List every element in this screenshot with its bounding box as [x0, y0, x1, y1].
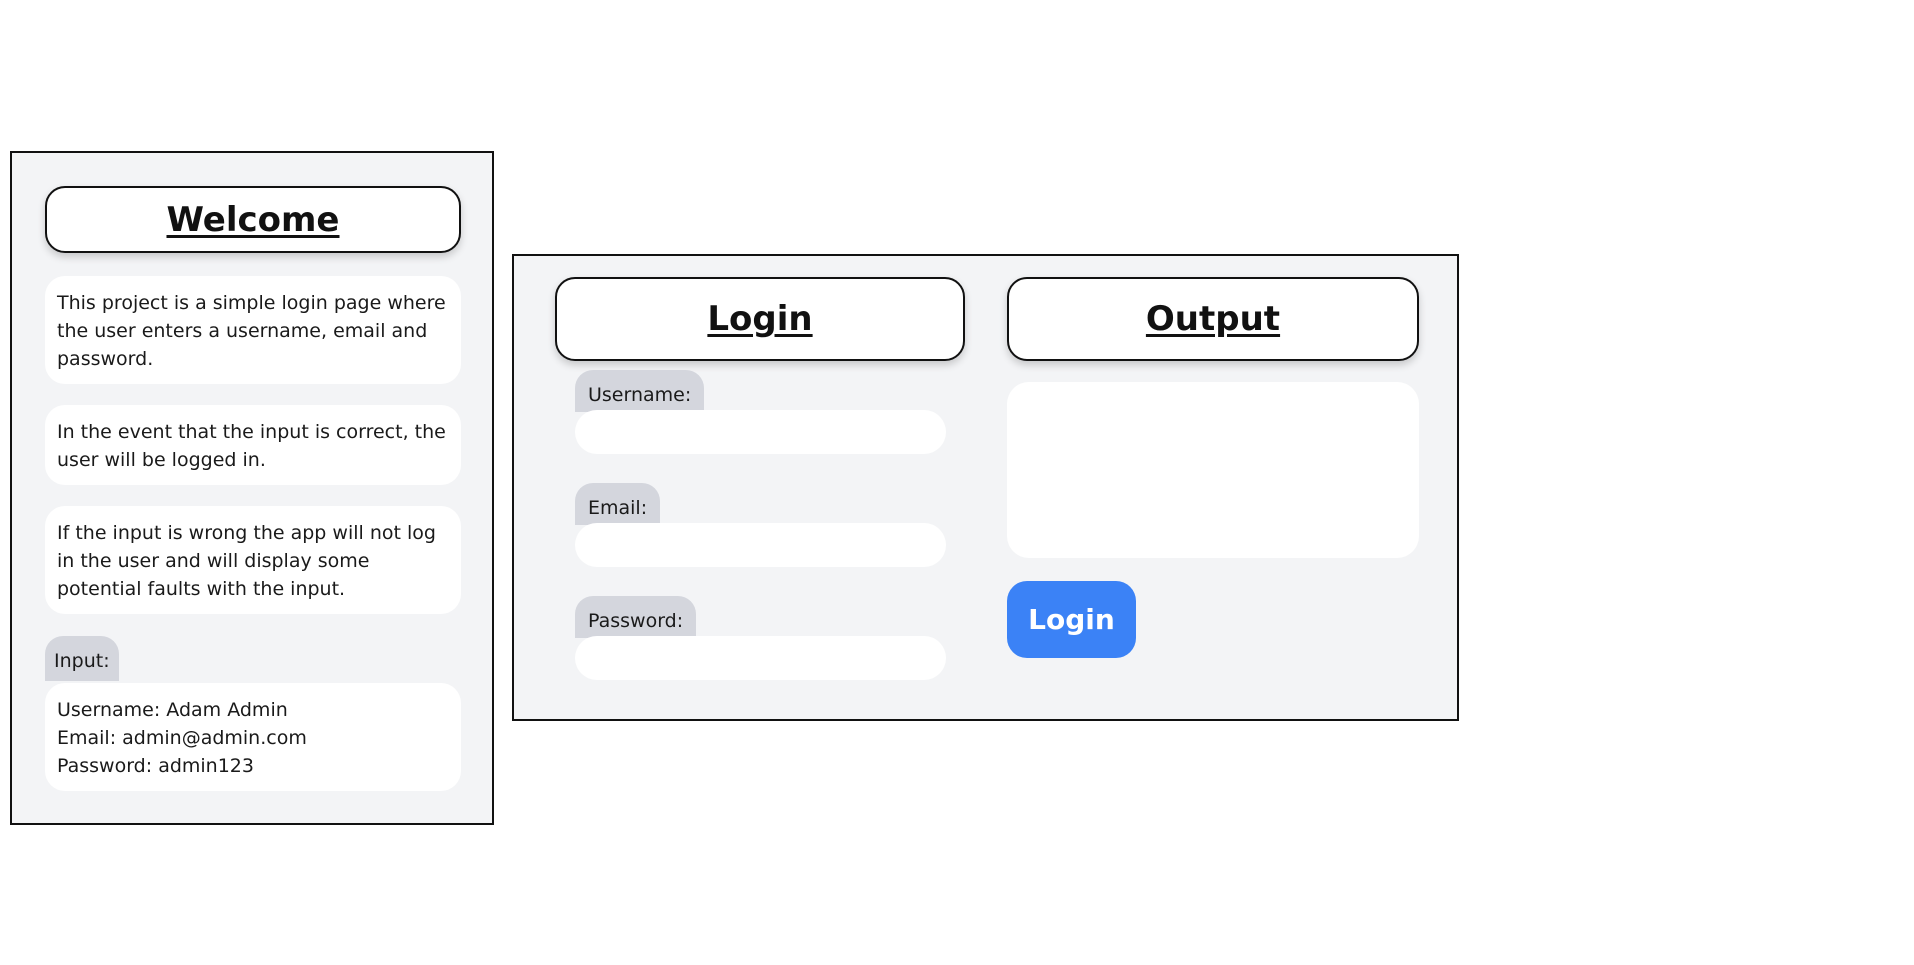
password-label: Password: — [575, 596, 697, 638]
credential-email: Email: admin@admin.com — [57, 727, 307, 749]
welcome-panel: Welcome This project is a simple login p… — [10, 151, 494, 825]
input-tag: Input: — [45, 636, 119, 681]
welcome-title: Welcome — [166, 199, 340, 240]
credential-username: Username: Adam Admin — [57, 699, 288, 721]
login-panel: Login Output Username: Email: Password: … — [512, 254, 1459, 721]
login-title-box: Login — [555, 277, 965, 361]
credentials-card: Username: Adam Admin Email: admin@admin.… — [45, 683, 461, 791]
email-input[interactable] — [575, 523, 946, 567]
description-text: This project is a simple login page wher… — [57, 292, 446, 370]
description-card-3: If the input is wrong the app will not l… — [45, 506, 461, 614]
description-text: If the input is wrong the app will not l… — [57, 522, 436, 600]
output-box — [1007, 382, 1419, 558]
password-input[interactable] — [575, 636, 946, 680]
description-card-1: This project is a simple login page wher… — [45, 276, 461, 384]
login-title: Login — [707, 299, 813, 339]
description-text: In the event that the input is correct, … — [57, 421, 446, 471]
email-label: Email: — [575, 483, 661, 525]
credential-password: Password: admin123 — [57, 755, 254, 777]
output-title: Output — [1145, 299, 1281, 339]
username-label: Username: — [575, 370, 705, 412]
username-input[interactable] — [575, 410, 946, 454]
description-card-2: In the event that the input is correct, … — [45, 405, 461, 485]
welcome-title-box: Welcome — [45, 186, 461, 253]
login-button[interactable]: Login — [1007, 581, 1136, 658]
output-title-box: Output — [1007, 277, 1419, 361]
